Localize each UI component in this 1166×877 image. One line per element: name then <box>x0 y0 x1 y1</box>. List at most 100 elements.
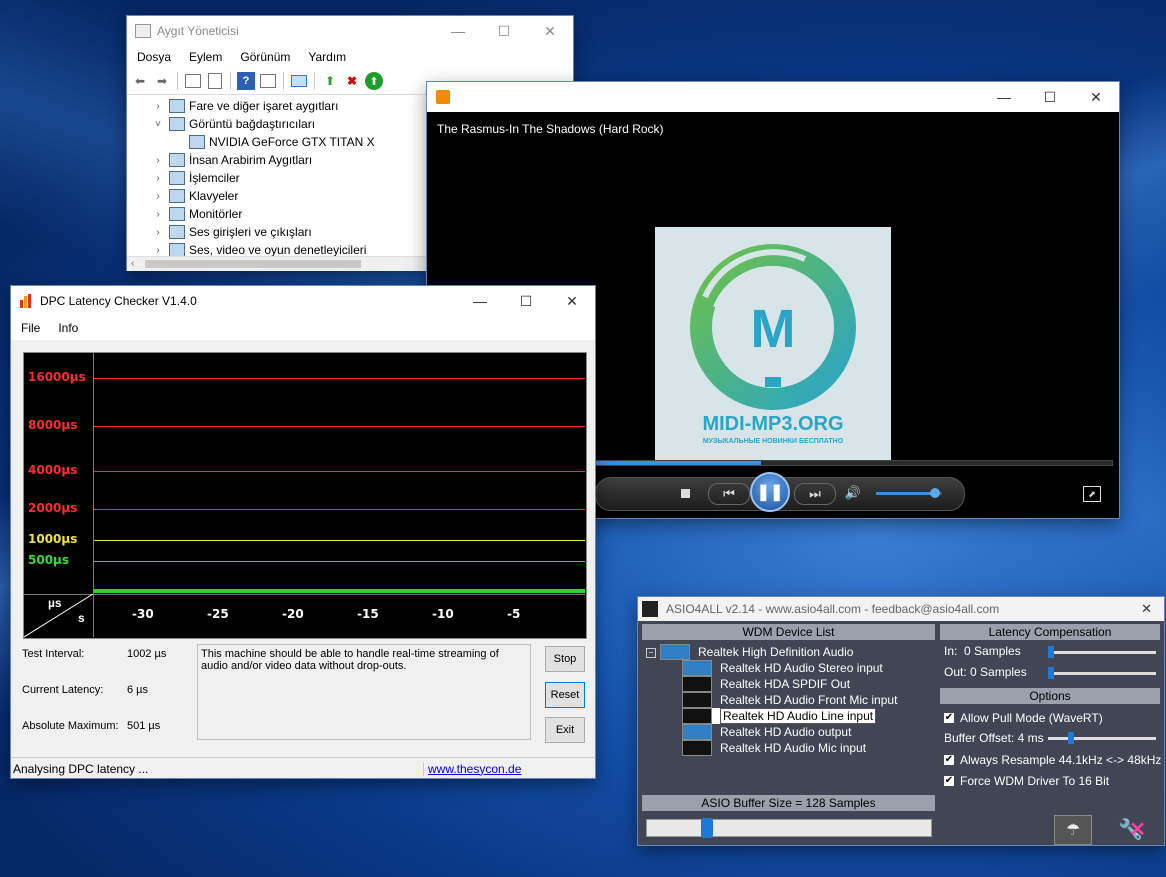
latency-out-slider[interactable] <box>1048 667 1156 679</box>
menu-dosya[interactable]: Dosya <box>137 50 171 64</box>
corner-unit-s: s <box>78 611 85 625</box>
x-axis-tick-label: -25 <box>207 607 229 621</box>
force-wdm-16bit-checkbox[interactable]: ✔ <box>944 776 954 786</box>
buffer-offset-slider[interactable] <box>1048 732 1156 744</box>
latency-in-label: In: 0 Samples <box>944 644 1021 658</box>
exit-button[interactable]: Exit <box>545 717 585 743</box>
seek-bar[interactable] <box>587 460 1113 466</box>
back-arrow-icon[interactable]: ⬅ <box>131 72 149 90</box>
tree-item-label: Klavyeler <box>189 189 239 203</box>
expand-arrow-icon[interactable]: › <box>151 245 165 256</box>
maximize-button[interactable]: ☐ <box>503 286 549 316</box>
help-icon[interactable]: ? <box>237 72 255 90</box>
next-icon[interactable]: ⏭ <box>794 483 836 505</box>
menu-info[interactable]: Info <box>58 321 78 335</box>
dpc-titlebar[interactable]: DPC Latency Checker V1.4.0 — ☐ ✕ <box>11 286 595 316</box>
media-player-titlebar[interactable]: — ☐ ✕ <box>427 82 1119 112</box>
asio-device-item[interactable]: Realtek HD Audio Line input <box>682 708 877 724</box>
always-resample-checkbox[interactable]: ✔ <box>944 755 954 765</box>
allow-pull-mode-option[interactable]: ✔ Allow Pull Mode (WaveRT) <box>944 711 1103 725</box>
device-power-icon[interactable] <box>682 724 712 740</box>
expand-arrow-icon[interactable]: › <box>151 101 165 112</box>
device-manager-menubar: Dosya Eylem Görünüm Yardım <box>127 46 573 68</box>
expand-arrow-icon[interactable]: › <box>151 173 165 184</box>
close-button[interactable]: ✕ <box>527 16 573 46</box>
root-device[interactable]: Realtek High Definition Audio <box>660 644 853 660</box>
midi-mp3-logo-icon: M MIDI-MP3.ORG МУЗЫКАЛЬНЫЕ НОВИНКИ БЕСПЛ… <box>690 244 856 445</box>
grid-line <box>94 540 585 541</box>
device-power-icon[interactable] <box>682 708 712 724</box>
asio4all-window: ASIO4ALL v2.14 - www.asio4all.com - feed… <box>638 597 1164 845</box>
latency-compensation-header: Latency Compensation <box>940 624 1160 640</box>
expand-arrow-icon[interactable]: ˅ <box>151 119 165 130</box>
maximize-button[interactable]: ☐ <box>1027 82 1073 112</box>
menu-yardim[interactable]: Yardım <box>308 50 346 64</box>
asio-device-item[interactable]: Realtek HDA SPDIF Out <box>682 676 850 692</box>
view-icon[interactable] <box>259 72 277 90</box>
pause-button[interactable]: ❚❚ <box>750 472 790 512</box>
minimize-button[interactable]: — <box>435 16 481 46</box>
asio-device-item[interactable]: Realtek HD Audio Stereo input <box>682 660 883 676</box>
expand-arrow-icon[interactable]: › <box>151 209 165 220</box>
asio-titlebar[interactable]: ASIO4ALL v2.14 - www.asio4all.com - feed… <box>638 597 1164 621</box>
grid-line <box>94 426 585 427</box>
status-text: Analysing DPC latency ... <box>13 761 149 776</box>
minimize-button[interactable]: — <box>981 82 1027 112</box>
update-driver-icon[interactable]: ⬆ <box>321 72 339 90</box>
expand-arrow-icon[interactable]: › <box>151 155 165 166</box>
current-latency-value: 6 µs <box>127 684 149 696</box>
device-power-icon[interactable] <box>682 692 712 708</box>
thesycon-link[interactable]: www.thesycon.de <box>423 761 521 776</box>
x-axis-tick-label: -5 <box>507 607 521 621</box>
device-power-icon[interactable] <box>682 660 712 676</box>
grid-line <box>94 378 585 379</box>
device-manager-titlebar[interactable]: Aygıt Yöneticisi — ☐ ✕ <box>127 16 573 46</box>
uninstall-icon[interactable]: ✖ <box>343 72 361 90</box>
force-wdm-16bit-option[interactable]: ✔ Force WDM Driver To 16 Bit <box>944 774 1109 788</box>
y-axis-label: 4000µs <box>28 463 78 477</box>
device-power-icon[interactable] <box>682 676 712 692</box>
volume-icon[interactable]: 🔊 <box>844 484 862 502</box>
tree-item-label: Fare ve diğer işaret aygıtları <box>189 99 339 113</box>
latency-bars <box>94 589 585 593</box>
expand-arrow-icon[interactable]: › <box>151 191 165 202</box>
asio-device-label: Realtek HD Audio Mic input <box>720 741 867 755</box>
speaker-icon <box>660 644 690 660</box>
close-button[interactable]: ✕ <box>1141 601 1152 617</box>
advanced-parachute-icon[interactable]: ☂ <box>1054 815 1092 845</box>
monitor-icon[interactable] <box>290 72 308 90</box>
expand-arrow-icon[interactable]: › <box>151 227 165 238</box>
menu-gorunum[interactable]: Görünüm <box>240 50 290 64</box>
always-resample-option[interactable]: ✔ Always Resample 44.1kHz <-> 48kHz <box>944 753 1161 767</box>
document-icon[interactable] <box>206 72 224 90</box>
allow-pull-mode-checkbox[interactable]: ✔ <box>944 713 954 723</box>
stop-icon[interactable] <box>678 486 692 500</box>
asio-device-item[interactable]: Realtek HD Audio Front Mic input <box>682 692 897 708</box>
menu-file[interactable]: File <box>21 321 40 335</box>
stop-button[interactable]: Stop <box>545 646 585 672</box>
properties-icon[interactable] <box>184 72 202 90</box>
asio-device-item[interactable]: Realtek HD Audio output <box>682 724 851 740</box>
close-button[interactable]: ✕ <box>1073 82 1119 112</box>
scan-hardware-icon[interactable]: ⬆ <box>365 72 383 90</box>
latency-out-label: Out: 0 Samples <box>944 665 1027 679</box>
menu-eylem[interactable]: Eylem <box>189 50 222 64</box>
buffer-size-slider[interactable] <box>646 818 932 838</box>
test-interval-label: Test Interval: <box>22 648 85 660</box>
asio-device-item[interactable]: Realtek HD Audio Mic input <box>682 740 866 756</box>
previous-icon[interactable]: ⏮ <box>708 483 750 505</box>
device-power-icon[interactable] <box>682 740 712 756</box>
maximize-button[interactable]: ☐ <box>481 16 527 46</box>
y-axis-label: 2000µs <box>28 501 78 515</box>
forward-arrow-icon[interactable]: ➡ <box>153 72 171 90</box>
close-button[interactable]: ✕ <box>549 286 595 316</box>
settings-tools-icon[interactable]: 🔧 ✕ <box>1106 815 1158 843</box>
latency-in-slider[interactable] <box>1048 646 1156 658</box>
switch-to-now-playing-icon[interactable]: ⬈ <box>1083 486 1101 502</box>
volume-slider[interactable] <box>876 488 942 498</box>
collapse-toggle[interactable]: − <box>646 648 656 658</box>
minimize-button[interactable]: — <box>457 286 503 316</box>
reset-button[interactable]: Reset <box>545 682 585 708</box>
y-axis-label: 1000µs <box>28 532 78 546</box>
x-axis-tick-label: -15 <box>357 607 379 621</box>
